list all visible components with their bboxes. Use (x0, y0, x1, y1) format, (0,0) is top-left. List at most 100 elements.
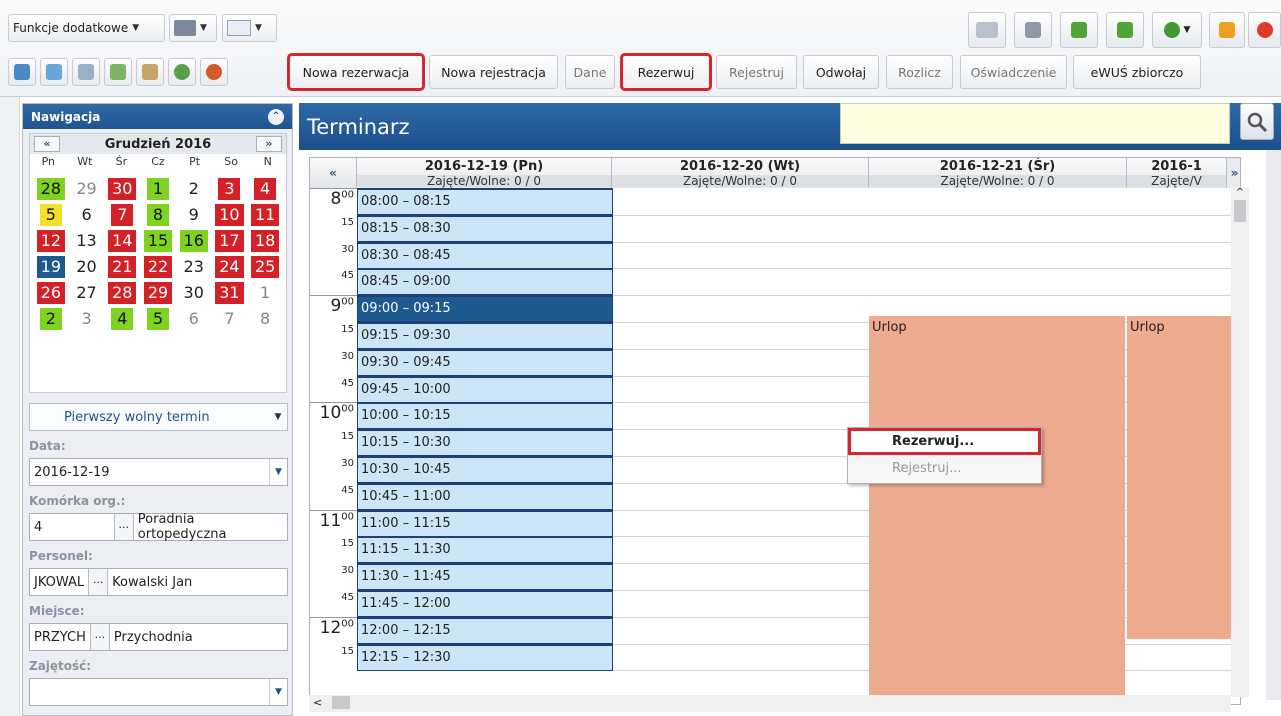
settle-button[interactable]: Rozlicz (886, 55, 953, 89)
calendar-day[interactable]: 30 (176, 282, 212, 304)
time-slot[interactable]: 11:30 – 11:45 (357, 563, 613, 591)
calendar-day[interactable]: 7 (212, 308, 248, 330)
declaration-button[interactable]: Oświadczenie (960, 55, 1067, 89)
print-dropdown[interactable]: ▼ (169, 14, 217, 42)
documents-icon[interactable] (104, 58, 132, 86)
next-month-button[interactable]: » (255, 136, 282, 152)
lock-icon[interactable] (1209, 12, 1245, 48)
leave-block[interactable]: Urlop (1127, 316, 1240, 639)
context-register-item[interactable]: Rejestruj... (848, 455, 1041, 482)
calendar-day[interactable]: 11 (247, 204, 283, 226)
calendar-day[interactable]: 3 (212, 178, 248, 200)
personnel-field[interactable]: JKOWAL ... Kowalski Jan (29, 568, 288, 596)
calendar-day[interactable]: 17 (212, 230, 248, 252)
calendar-day[interactable]: 3 (69, 308, 105, 330)
left-collapse-strip[interactable] (0, 97, 20, 716)
calendar-day[interactable]: 16 (176, 230, 212, 252)
patient-icon[interactable] (136, 58, 164, 86)
collapse-icon[interactable]: ⌃ (268, 108, 284, 125)
right-collapse-strip[interactable] (1266, 150, 1281, 700)
time-slot[interactable]: 08:00 – 08:15 (357, 188, 613, 215)
first-free-term-dropdown[interactable]: Pierwszy wolny termin ▼ (29, 403, 288, 431)
settings-icon[interactable] (200, 58, 228, 86)
calendar-day[interactable]: 7 (104, 204, 140, 226)
calendar-day[interactable]: 29 (140, 282, 176, 304)
calendar-day[interactable]: 23 (176, 256, 212, 278)
calendar-day[interactable]: 5 (33, 204, 69, 226)
calendar-day[interactable]: 6 (176, 308, 212, 330)
calendar-day[interactable]: 2 (33, 308, 69, 330)
time-slot[interactable]: 08:30 – 08:45 (357, 241, 613, 269)
time-slot[interactable]: 08:45 – 09:00 (357, 268, 613, 296)
back-arrow-icon[interactable] (1060, 12, 1098, 48)
up-arrow-icon[interactable] (1106, 12, 1144, 48)
calendar-day[interactable]: 12 (33, 230, 69, 252)
calendar-day[interactable]: 1 (247, 282, 283, 304)
calendar-day[interactable]: 8 (247, 308, 283, 330)
time-slot[interactable]: 09:00 – 09:15 (357, 295, 613, 323)
calendar-day[interactable]: 15 (140, 230, 176, 252)
day-column-header[interactable]: 2016-12-19 (Pn) Zajęte/Wolne: 0 / 0 (357, 158, 612, 188)
clipboard-icon[interactable] (72, 58, 100, 86)
help-icon[interactable]: ▼ (1152, 12, 1202, 48)
org-unit-field[interactable]: 4 ... Poradnia ortopedyczna (29, 512, 288, 542)
time-slot[interactable]: 12:15 – 12:30 (357, 643, 613, 671)
calendar-day[interactable]: 1 (140, 178, 176, 200)
context-reserve-item[interactable]: Rezerwuj... (848, 428, 1041, 455)
calendar-day[interactable]: 5 (140, 308, 176, 330)
prev-days-button[interactable]: « (310, 158, 357, 188)
cancel-button[interactable]: Odwołaj (803, 55, 879, 89)
time-slot[interactable]: 10:30 – 10:45 (357, 456, 613, 483)
calendar-day[interactable]: 28 (104, 282, 140, 304)
reserve-button[interactable]: Rezerwuj (620, 53, 712, 91)
list-icon[interactable] (40, 58, 68, 86)
calendar-day[interactable]: 30 (104, 178, 140, 200)
mail-icon[interactable] (968, 12, 1006, 48)
time-slot[interactable]: 12:00 – 12:15 (357, 616, 613, 644)
calendar-day[interactable]: 4 (247, 178, 283, 200)
calendar-day[interactable]: 19 (33, 256, 69, 278)
calendar-day[interactable]: 6 (69, 204, 105, 226)
new-reservation-button[interactable]: Nowa rezerwacja (287, 53, 425, 91)
calendar-day[interactable]: 27 (69, 282, 105, 304)
search-icon[interactable] (1240, 103, 1274, 140)
personnel-lookup-button[interactable]: ... (88, 569, 109, 595)
time-slot[interactable]: 10:00 – 10:15 (357, 402, 613, 430)
occupancy-field[interactable]: ▼ (29, 678, 288, 706)
org-unit-lookup-button[interactable]: ... (113, 514, 134, 540)
calendar-day[interactable]: 21 (104, 256, 140, 278)
calendar-day[interactable]: 14 (104, 230, 140, 252)
calendar-day[interactable]: 18 (247, 230, 283, 252)
time-slot[interactable]: 11:00 – 11:15 (357, 509, 613, 537)
additional-functions-dropdown[interactable]: Funkcje dodatkowe ▼ (8, 14, 165, 42)
scroll-up-icon[interactable]: ^ (1231, 187, 1249, 198)
calendar-day[interactable]: 2 (176, 178, 212, 200)
scroll-thumb[interactable] (332, 696, 351, 709)
time-slot[interactable]: 09:15 – 09:30 (357, 322, 613, 349)
next-days-button[interactable]: » (1227, 158, 1240, 188)
calendar-day[interactable]: 20 (69, 256, 105, 278)
time-slot[interactable]: 11:45 – 12:00 (357, 590, 613, 617)
register-button[interactable]: Rejestruj (716, 55, 797, 89)
refresh-icon[interactable] (168, 58, 196, 86)
calendar-day[interactable]: 28 (33, 178, 69, 200)
network-icon[interactable] (1014, 12, 1052, 48)
home-icon[interactable] (8, 58, 36, 86)
time-slot[interactable]: 11:15 – 11:30 (357, 536, 613, 564)
calendar-day[interactable]: 29 (69, 178, 105, 200)
horizontal-scrollbar[interactable]: < (309, 695, 1231, 712)
time-slot[interactable]: 09:30 – 09:45 (357, 348, 613, 376)
time-slot[interactable]: 10:45 – 11:00 (357, 482, 613, 510)
calendar-day[interactable]: 9 (176, 204, 212, 226)
day-column-header[interactable]: 2016-12-20 (Wt) Zajęte/Wolne: 0 / 0 (612, 158, 869, 188)
chevron-down-icon[interactable]: ▼ (269, 459, 287, 485)
vertical-scrollbar[interactable]: ^ (1231, 187, 1249, 697)
calendar-day[interactable]: 10 (212, 204, 248, 226)
date-field[interactable]: 2016-12-19 ▼ (29, 458, 288, 486)
scroll-left-icon[interactable]: < (313, 696, 322, 709)
time-slot[interactable]: 10:15 – 10:30 (357, 429, 613, 457)
calendar-day[interactable]: 8 (140, 204, 176, 226)
place-lookup-button[interactable]: ... (89, 624, 110, 650)
layout-dropdown[interactable]: ▼ (222, 14, 277, 42)
calendar-day[interactable]: 31 (212, 282, 248, 304)
